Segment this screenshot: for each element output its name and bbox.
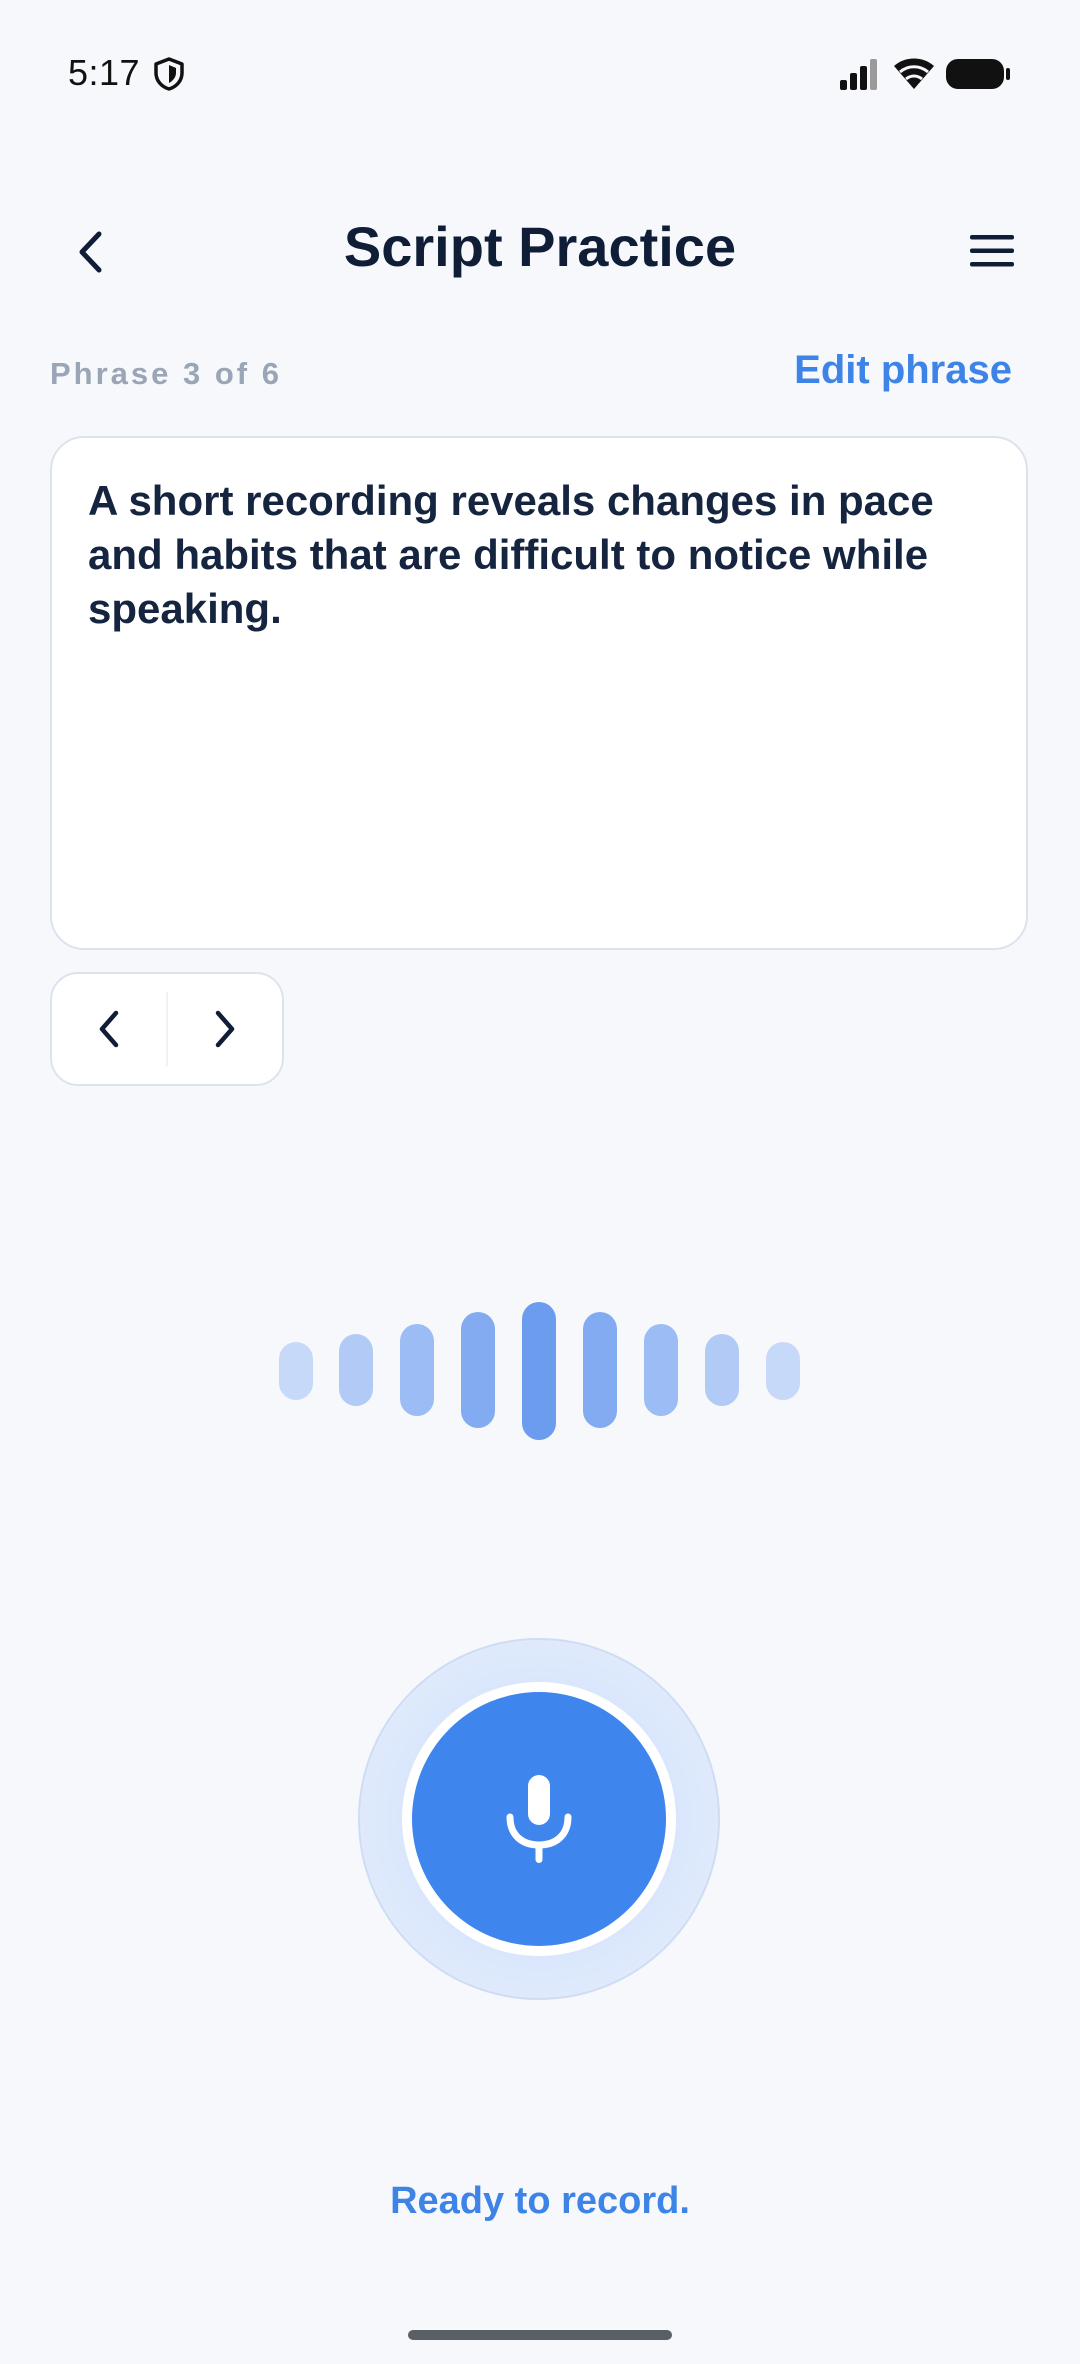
menu-button[interactable] [962, 226, 1022, 276]
waveform-bar [400, 1324, 434, 1416]
chevron-left-icon [99, 1010, 119, 1048]
waveform-bar [279, 1342, 313, 1400]
waveform-bar [583, 1312, 617, 1428]
home-indicator[interactable] [408, 2330, 672, 2340]
audio-waveform [0, 1300, 1080, 1440]
phrase-pager [50, 972, 284, 1086]
page-title: Script Practice [343, 215, 737, 278]
waveform-bar [461, 1312, 495, 1428]
waveform-bar [339, 1334, 373, 1406]
phrase-counter: Phrase 3 of 6 [50, 356, 282, 391]
waveform-bar [522, 1302, 556, 1440]
previous-phrase-button[interactable] [52, 974, 166, 1084]
record-button[interactable] [412, 1692, 666, 1946]
waveform-bar [644, 1324, 678, 1416]
hamburger-menu-icon [970, 235, 1014, 267]
app-header: Script Practice [0, 200, 1080, 300]
edit-phrase-link[interactable]: Edit phrase [794, 348, 1012, 393]
recording-status: Ready to record. [390, 2180, 690, 2222]
status-bar: 5:17 [0, 0, 1080, 150]
battery-icon [946, 59, 1010, 89]
status-time: 5:17 [68, 52, 141, 93]
phrase-text: A short recording reveals changes in pac… [88, 477, 934, 632]
shield-icon [154, 57, 184, 91]
waveform-bar [705, 1334, 739, 1406]
waveform-bar [766, 1342, 800, 1400]
microphone-icon [506, 1775, 572, 1863]
signal-icon [840, 59, 877, 90]
wifi-icon [894, 58, 934, 89]
chevron-right-icon [215, 1010, 235, 1048]
next-phrase-button[interactable] [168, 974, 282, 1084]
phrase-card: A short recording reveals changes in pac… [50, 436, 1028, 950]
